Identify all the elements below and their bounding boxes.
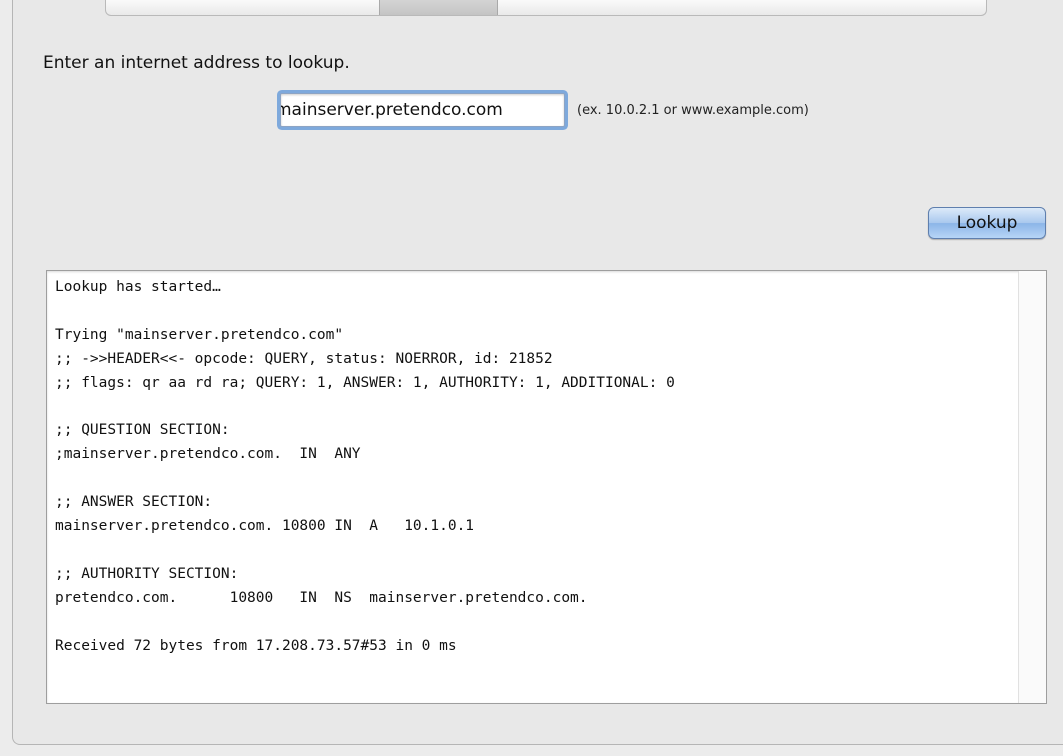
output-line: pretendco.com. 10800 IN NS mainserver.pr…	[55, 589, 588, 606]
output-scrollbar[interactable]	[1018, 271, 1046, 703]
tab-lookup[interactable]	[379, 0, 498, 15]
output-line: Lookup has started…	[55, 279, 221, 295]
tab-bar	[105, 0, 987, 16]
output-line: Received 72 bytes from 17.208.73.57#53 i…	[55, 637, 457, 654]
lookup-button[interactable]: Lookup	[928, 207, 1046, 239]
address-example-hint: (ex. 10.0.2.1 or www.example.com)	[577, 103, 809, 118]
lookup-output-view[interactable]: Lookup has started… Trying "mainserver.p…	[46, 270, 1047, 704]
output-line: ;; ANSWER SECTION:	[55, 494, 213, 511]
output-line: mainserver.pretendco.com. 10800 IN A 10.…	[55, 518, 475, 535]
lookup-prompt: Enter an internet address to lookup.	[43, 53, 350, 73]
lookup-output-text: Lookup has started… Trying "mainserver.p…	[55, 276, 675, 659]
network-utility-window: Enter an internet address to lookup. (ex…	[0, 0, 1063, 756]
output-line: ;; QUESTION SECTION:	[55, 422, 230, 439]
output-line: ;; ->>HEADER<<- opcode: QUERY, status: N…	[55, 350, 553, 367]
output-line: ;; flags: qr aa rd ra; QUERY: 1, ANSWER:…	[55, 374, 675, 391]
output-line: ;; AUTHORITY SECTION:	[55, 565, 239, 582]
address-input[interactable]	[280, 93, 565, 127]
output-line: ;mainserver.pretendco.com. IN ANY	[55, 446, 361, 463]
output-line: Trying "mainserver.pretendco.com"	[55, 326, 344, 343]
